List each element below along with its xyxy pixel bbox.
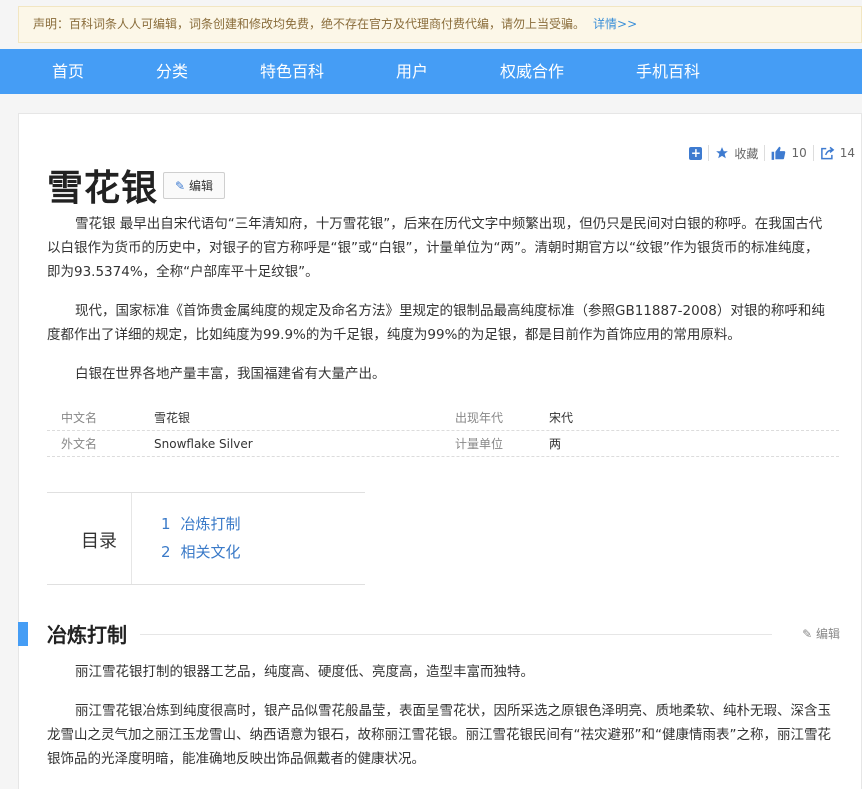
intro-paragraph: 现代，国家标准《首饰贵金属纯度的规定及命名方法》里规定的银制品最高纯度标准（参照…	[47, 303, 825, 343]
nav-partners[interactable]: 权威合作	[500, 49, 564, 94]
favorite-button[interactable]: 收藏	[715, 145, 758, 162]
info-row: 中文名 雪花银 出现年代 宋代	[47, 405, 839, 431]
toc-text: 冶炼打制	[180, 515, 241, 533]
star-icon	[715, 146, 729, 160]
toc-text: 相关文化	[180, 543, 241, 561]
section-header: 冶炼打制 ✎ 编辑	[18, 621, 840, 647]
basic-info-table: 中文名 雪花银 出现年代 宋代 外文名 Snowflake Silver 计量单…	[47, 405, 839, 457]
notice-details-link[interactable]: 详情>>	[593, 17, 637, 31]
nav-featured[interactable]: 特色百科	[260, 49, 324, 94]
favorite-label: 收藏	[734, 146, 759, 161]
entry-toolbar: + 收藏 10 14	[689, 144, 855, 162]
toolbar-divider	[812, 145, 814, 161]
info-key: 出现年代	[455, 411, 504, 425]
section-edit-button[interactable]: ✎ 编辑	[802, 625, 840, 642]
section-marker	[18, 622, 28, 646]
table-of-contents: 目录 1 冶炼打制 2 相关文化	[47, 492, 365, 585]
toolbar-divider	[708, 145, 710, 161]
edit-label: 编辑	[189, 179, 214, 193]
like-count: 10	[791, 146, 807, 160]
intro-paragraph: 白银在世界各地产量丰富，我国福建省有大量产出。	[75, 366, 386, 382]
section-paragraph: 丽江雪花银打制的银器工艺品，纯度高、硬度低、亮度高，造型丰富而独特。	[75, 664, 534, 680]
section-edit-label: 编辑	[815, 627, 840, 641]
share-icon	[820, 146, 835, 160]
info-value: Snowflake Silver	[154, 437, 253, 451]
page-title: 雪花银	[47, 168, 159, 209]
toc-divider	[131, 493, 132, 584]
toc-item-culture[interactable]: 2 相关文化	[161, 541, 241, 562]
plus-icon: +	[689, 145, 703, 160]
nav-home[interactable]: 首页	[52, 49, 84, 94]
info-key: 外文名	[61, 437, 98, 451]
nav-users[interactable]: 用户	[396, 49, 428, 94]
section-title: 冶炼打制	[47, 623, 127, 647]
like-button[interactable]: 10	[771, 146, 807, 160]
info-row: 外文名 Snowflake Silver 计量单位 两	[47, 431, 839, 457]
edit-entry-button[interactable]: ✎ 编辑	[163, 172, 225, 199]
info-value: 两	[549, 437, 562, 451]
share-count: 14	[839, 146, 855, 160]
info-key: 中文名	[61, 411, 98, 425]
info-value: 宋代	[549, 411, 574, 425]
share-button[interactable]: 14	[820, 146, 855, 160]
section-paragraph: 丽江雪花银冶炼到纯度很高时，银产品似雪花般晶莹，表面呈雪花状，因所采选之原银色泽…	[47, 703, 831, 767]
thumbs-up-icon	[771, 146, 786, 160]
toc-number: 1	[161, 515, 171, 533]
toolbar-divider	[764, 145, 766, 161]
info-value: 雪花银	[154, 411, 191, 425]
toc-item-smelting[interactable]: 1 冶炼打制	[161, 513, 241, 534]
top-nav-bar: 首页 分类 特色百科 用户 权威合作 手机百科	[0, 49, 862, 94]
pencil-icon: ✎	[174, 178, 186, 193]
disclaimer-notice: 声明：百科词条人人可编辑，词条创建和修改均免费，绝不存在官方及代理商付费代编，请…	[18, 6, 862, 43]
nav-categories[interactable]: 分类	[156, 49, 188, 94]
intro-paragraph: 雪花银 最早出自宋代语句“三年清知府，十万雪花银”，后来在历代文字中频繁出现，但…	[47, 216, 823, 280]
info-key: 计量单位	[455, 437, 504, 451]
entry-content: + 收藏 10 14 雪花银 ✎ 编辑 雪花银 最早出自宋代语句“三年清知府，十…	[18, 113, 862, 789]
nav-mobile[interactable]: 手机百科	[636, 49, 700, 94]
toc-label: 目录	[81, 531, 117, 552]
notice-text: 声明：百科词条人人可编辑，词条创建和修改均免费，绝不存在官方及代理商付费代编，请…	[33, 17, 586, 31]
add-button[interactable]: +	[689, 145, 703, 160]
toc-number: 2	[161, 543, 171, 561]
pencil-icon: ✎	[802, 627, 813, 641]
section-rule	[140, 634, 772, 635]
